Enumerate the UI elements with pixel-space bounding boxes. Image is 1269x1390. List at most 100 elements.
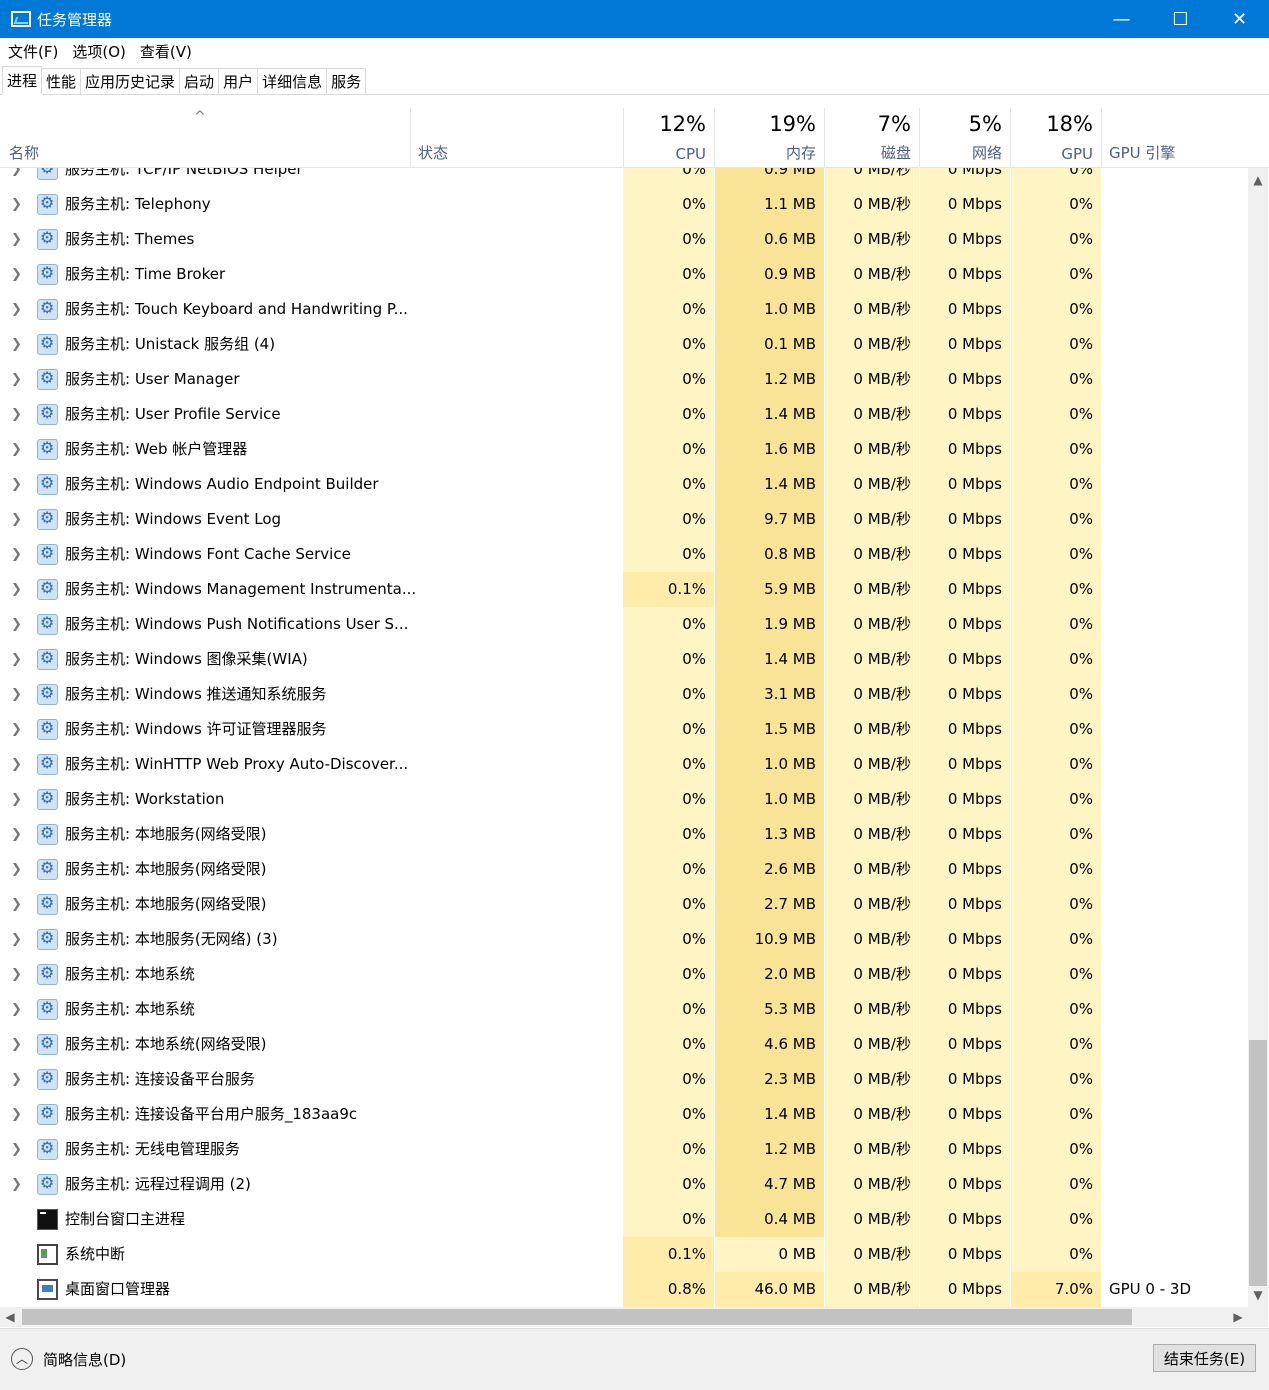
expand-chevron-icon[interactable]: ❯ [11, 1027, 23, 1062]
task-manager-icon [11, 11, 31, 27]
expand-chevron-icon[interactable]: ❯ [11, 327, 23, 362]
process-row[interactable]: ❯服务主机: Windows 推送通知系统服务0%3.1 MB0 MB/秒0 M… [0, 677, 1248, 712]
column-memory[interactable]: 19% 内存 [715, 108, 825, 168]
process-row[interactable]: 系统中断 0.1% 0 MB 0 MB/秒 0 Mbps 0% [0, 1237, 1248, 1272]
expand-chevron-icon[interactable]: ❯ [11, 992, 23, 1027]
process-row[interactable]: ❯服务主机: Windows 图像采集(WIA)0%1.4 MB0 MB/秒0 … [0, 642, 1248, 677]
menu-options[interactable]: 选项(O) [72, 41, 126, 62]
process-row[interactable]: ❯服务主机: 连接设备平台服务0%2.3 MB0 MB/秒0 Mbps0% [0, 1062, 1248, 1097]
expand-chevron-icon[interactable]: ❯ [11, 607, 23, 642]
process-row[interactable]: ❯服务主机: Windows Audio Endpoint Builder0%1… [0, 467, 1248, 502]
expand-chevron-icon[interactable]: ❯ [11, 187, 23, 222]
scroll-right-icon[interactable]: ▶ [1228, 1307, 1248, 1327]
process-row[interactable]: ❯服务主机: 连接设备平台用户服务_183aa9c0%1.4 MB0 MB/秒0… [0, 1097, 1248, 1132]
expand-chevron-icon[interactable]: ❯ [11, 677, 23, 712]
expand-chevron-icon[interactable]: ❯ [11, 502, 23, 537]
tab-users[interactable]: 用户 [218, 68, 259, 94]
end-task-button[interactable]: 结束任务(E) [1153, 1344, 1256, 1372]
expand-chevron-icon[interactable]: ❯ [11, 292, 23, 327]
process-row[interactable]: 控制台窗口主进程 0% 0.4 MB 0 MB/秒 0 Mbps 0% [0, 1202, 1248, 1237]
process-row[interactable]: ❯服务主机: TCP/IP NetBIOS Helper0%0.9 MB0 MB… [0, 168, 1248, 187]
process-row[interactable]: ❯服务主机: Windows Font Cache Service0%0.8 M… [0, 537, 1248, 572]
process-row[interactable]: ❯服务主机: Unistack 服务组 (4)0%0.1 MB0 MB/秒0 M… [0, 327, 1248, 362]
process-row[interactable]: ❯服务主机: 无线电管理服务0%1.2 MB0 MB/秒0 Mbps0% [0, 1132, 1248, 1167]
process-row[interactable]: ❯服务主机: Telephony0%1.1 MB0 MB/秒0 Mbps0% [0, 187, 1248, 222]
process-row[interactable]: ❯服务主机: Web 帐户管理器0%1.6 MB0 MB/秒0 Mbps0% [0, 432, 1248, 467]
close-button[interactable]: ✕ [1210, 0, 1269, 38]
maximize-button[interactable]: ☐ [1151, 0, 1210, 38]
expand-chevron-icon[interactable]: ❯ [11, 432, 23, 467]
tab-startup[interactable]: 启动 [179, 68, 220, 94]
process-row[interactable]: ❯服务主机: User Profile Service0%1.4 MB0 MB/… [0, 397, 1248, 432]
horizontal-scroll-thumb[interactable] [22, 1309, 1132, 1325]
expand-chevron-icon[interactable]: ❯ [11, 222, 23, 257]
tab-performance[interactable]: 性能 [41, 68, 82, 94]
memory-value: 1.4 MB [715, 642, 824, 677]
disk-value: 0 MB/秒 [825, 1167, 919, 1202]
minimize-button[interactable]: — [1092, 0, 1151, 38]
column-header: ^ 名称 状态 12% CPU 19% 内存 7% 磁盘 5% 网络 18% G… [0, 108, 1269, 168]
expand-chevron-icon[interactable]: ❯ [11, 168, 23, 187]
expand-chevron-icon[interactable]: ❯ [11, 1132, 23, 1167]
column-cpu[interactable]: 12% CPU [624, 108, 715, 168]
expand-chevron-icon[interactable]: ❯ [11, 957, 23, 992]
expand-chevron-icon[interactable]: ❯ [11, 397, 23, 432]
expand-chevron-icon[interactable]: ❯ [11, 537, 23, 572]
expand-chevron-icon[interactable]: ❯ [11, 1167, 23, 1202]
column-network[interactable]: 5% 网络 [920, 108, 1011, 168]
vertical-scroll-thumb[interactable] [1249, 1040, 1267, 1286]
process-row[interactable]: ❯服务主机: 本地服务(网络受限)0%1.3 MB0 MB/秒0 Mbps0% [0, 817, 1248, 852]
expand-chevron-icon[interactable]: ❯ [11, 852, 23, 887]
expand-chevron-icon[interactable]: ❯ [11, 922, 23, 957]
process-row[interactable]: ❯服务主机: 本地系统0%2.0 MB0 MB/秒0 Mbps0% [0, 957, 1248, 992]
expand-chevron-icon[interactable]: ❯ [11, 572, 23, 607]
process-row[interactable]: ❯ 服务主机: WinHTTP Web Proxy Auto-Discover..… [0, 747, 1248, 782]
process-row[interactable]: ❯服务主机: 本地服务(网络受限)0%2.7 MB0 MB/秒0 Mbps0% [0, 887, 1248, 922]
process-row[interactable]: ❯服务主机: Windows 许可证管理器服务0%1.5 MB0 MB/秒0 M… [0, 712, 1248, 747]
disk-value: 0 MB/秒 [825, 782, 919, 817]
process-row[interactable]: ❯服务主机: Workstation0%1.0 MB0 MB/秒0 Mbps0% [0, 782, 1248, 817]
process-row[interactable]: ❯服务主机: 本地服务(网络受限)0%2.6 MB0 MB/秒0 Mbps0% [0, 852, 1248, 887]
process-row[interactable]: ❯服务主机: 远程过程调用 (2)0%4.7 MB0 MB/秒0 Mbps0% [0, 1167, 1248, 1202]
process-row[interactable]: ❯ 服务主机: Windows Management Instrumenta...… [0, 572, 1248, 607]
tab-processes[interactable]: 进程 [2, 66, 43, 95]
process-row[interactable]: ❯ 服务主机: Windows Push Notifications User S… [0, 607, 1248, 642]
column-disk[interactable]: 7% 磁盘 [825, 108, 920, 168]
vertical-scrollbar[interactable]: ▲ ▼ [1248, 168, 1268, 1307]
disk-value: 0 MB/秒 [825, 257, 919, 292]
expand-chevron-icon[interactable]: ❯ [11, 887, 23, 922]
process-row[interactable]: 桌面窗口管理器 0.8% 46.0 MB 0 MB/秒 0 Mbps 7.0% GPU 0 … [0, 1272, 1248, 1307]
horizontal-scrollbar[interactable]: ◀ ▶ [0, 1307, 1248, 1327]
column-gpu[interactable]: 18% GPU [1011, 108, 1102, 168]
column-name[interactable]: ^ 名称 [0, 108, 411, 168]
process-row[interactable]: ❯服务主机: 本地系统(网络受限)0%4.6 MB0 MB/秒0 Mbps0% [0, 1027, 1248, 1062]
menu-view[interactable]: 查看(V) [140, 41, 192, 62]
expand-chevron-icon[interactable]: ❯ [11, 747, 23, 782]
expand-chevron-icon[interactable]: ❯ [11, 1062, 23, 1097]
process-row[interactable]: ❯服务主机: User Manager0%1.2 MB0 MB/秒0 Mbps0… [0, 362, 1248, 397]
expand-chevron-icon[interactable]: ❯ [11, 467, 23, 502]
tab-details[interactable]: 详细信息 [257, 68, 328, 94]
expand-chevron-icon[interactable]: ❯ [11, 712, 23, 747]
process-row[interactable]: ❯服务主机: Time Broker0%0.9 MB0 MB/秒0 Mbps0% [0, 257, 1248, 292]
process-row[interactable]: ❯服务主机: 本地服务(无网络) (3)0%10.9 MB0 MB/秒0 Mbp… [0, 922, 1248, 957]
expand-chevron-icon[interactable]: ❯ [11, 362, 23, 397]
expand-chevron-icon[interactable]: ❯ [11, 817, 23, 852]
process-row[interactable]: ❯服务主机: Themes0%0.6 MB0 MB/秒0 Mbps0% [0, 222, 1248, 257]
tab-services[interactable]: 服务 [326, 68, 367, 94]
tab-app-history[interactable]: 应用历史记录 [80, 68, 181, 94]
expand-chevron-icon[interactable]: ❯ [11, 782, 23, 817]
menu-file[interactable]: 文件(F) [8, 41, 58, 62]
expand-chevron-icon[interactable]: ❯ [11, 1097, 23, 1132]
scroll-down-icon[interactable]: ▼ [1248, 1285, 1268, 1305]
column-status[interactable]: 状态 [411, 108, 624, 168]
process-row[interactable]: ❯服务主机: Windows Event Log0%9.7 MB0 MB/秒0 … [0, 502, 1248, 537]
process-row[interactable]: ❯服务主机: 本地系统0%5.3 MB0 MB/秒0 Mbps0% [0, 992, 1248, 1027]
scroll-up-icon[interactable]: ▲ [1248, 170, 1268, 190]
process-row[interactable]: ❯ 服务主机: Touch Keyboard and Handwriting P.… [0, 292, 1248, 327]
expand-chevron-icon[interactable]: ❯ [11, 257, 23, 292]
fewer-details-button[interactable]: ︿ 简略信息(D) [11, 1348, 126, 1370]
column-gpu-engine[interactable]: GPU 引擎 [1102, 108, 1269, 168]
scroll-left-icon[interactable]: ◀ [0, 1307, 20, 1327]
expand-chevron-icon[interactable]: ❯ [11, 642, 23, 677]
